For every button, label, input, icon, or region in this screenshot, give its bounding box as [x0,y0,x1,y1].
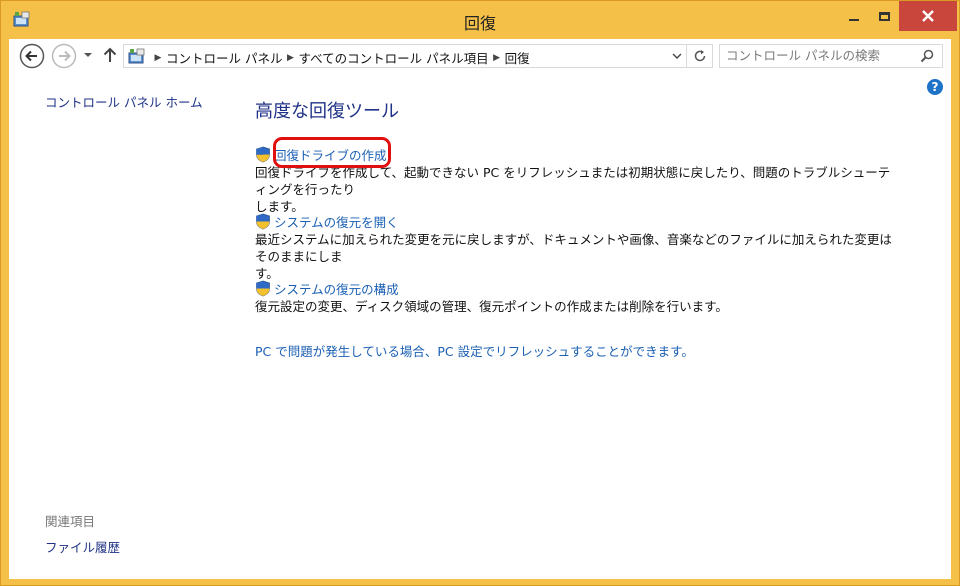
uac-shield-icon [256,213,270,230]
back-button[interactable] [19,43,45,69]
item-description: 復元設定の変更、ディスク領域の管理、復元ポイントの作成または削除を行います。 [255,298,895,315]
minimize-icon [849,19,859,21]
sidebar-related-heading: 関連項目 [45,514,96,529]
item-description-line: 最近システムに加えられた変更を元に戻しますが、ドキュメントや画像、音楽などのファ… [255,232,892,264]
configure-system-restore-link[interactable]: システムの復元の構成 [255,279,895,298]
search-icon[interactable] [920,49,934,63]
highlight-annotation [273,137,391,168]
item-description: 回復ドライブを作成して、起動できない PC をリフレッシュまたは初期状態に戻した… [255,164,895,215]
item-title-label: システムの復元の構成 [274,282,399,297]
breadcrumb-recovery[interactable]: 回復 [505,48,530,67]
item-description-line: 回復ドライブを作成して、起動できない PC をリフレッシュまたは初期状態に戻した… [255,165,891,197]
up-arrow-icon[interactable] [101,46,119,64]
minimize-button[interactable] [839,1,869,31]
uac-shield-icon [256,146,270,163]
pc-settings-refresh-link[interactable]: PC で問題が発生している場合、PC 設定でリフレッシュすることができます。 [255,341,694,360]
search-box[interactable] [719,44,943,68]
item-description-line: 復元設定の変更、ディスク領域の管理、復元ポイントの作成または削除を行います。 [255,299,728,314]
recent-pages-dropdown[interactable] [83,51,93,59]
breadcrumb-control-panel[interactable]: コントロール パネル [166,48,282,67]
chevron-down-icon[interactable] [672,52,682,60]
list-item: システムの復元の構成 復元設定の変更、ディスク領域の管理、復元ポイントの作成また… [255,279,895,315]
sidebar-item-file-history[interactable]: ファイル履歴 [45,537,120,556]
close-button[interactable] [899,1,957,31]
list-item: システムの復元を開く 最近システムに加えられた変更を元に戻しますが、ドキュメント… [255,212,895,282]
maximize-button[interactable] [869,1,899,31]
content-area: ? コントロール パネル ホーム 関連項目 ファイル履歴 高度な回復ツール 回復… [9,73,951,579]
navigation-bar: ▶ コントロール パネル ▶ すべてのコントロール パネル項目 ▶ 回復 [9,39,951,73]
search-input[interactable] [726,48,906,63]
control-panel-icon [128,48,145,64]
address-bar[interactable]: ▶ コントロール パネル ▶ すべてのコントロール パネル項目 ▶ 回復 [123,44,687,68]
item-description: 最近システムに加えられた変更を元に戻しますが、ドキュメントや画像、音楽などのファ… [255,231,895,282]
window: 回復 ▶ コントロール パネル ▶ すべてのコントロール パネル項目 ▶ 回復 … [0,0,960,586]
page-title: 高度な回復ツール [255,101,399,122]
help-icon[interactable]: ? [927,79,943,95]
uac-shield-icon [256,280,270,297]
chevron-right-icon[interactable]: ▶ [489,53,505,63]
sidebar-control-panel-home[interactable]: コントロール パネル ホーム [45,92,203,111]
breadcrumb: ▶ コントロール パネル ▶ すべてのコントロール パネル項目 ▶ 回復 [150,48,530,67]
refresh-button[interactable] [687,44,713,68]
title-bar[interactable]: 回復 [1,1,959,39]
refresh-icon [694,50,705,62]
maximize-icon [878,11,890,21]
close-icon [922,10,934,22]
chevron-right-icon[interactable]: ▶ [282,53,298,63]
item-title-label: システムの復元を開く [274,215,399,230]
forward-button[interactable] [51,43,77,69]
open-system-restore-link[interactable]: システムの復元を開く [255,212,895,231]
breadcrumb-all-items[interactable]: すべてのコントロール パネル項目 [298,48,488,67]
window-title: 回復 [463,14,496,33]
chevron-right-icon[interactable]: ▶ [150,53,166,63]
